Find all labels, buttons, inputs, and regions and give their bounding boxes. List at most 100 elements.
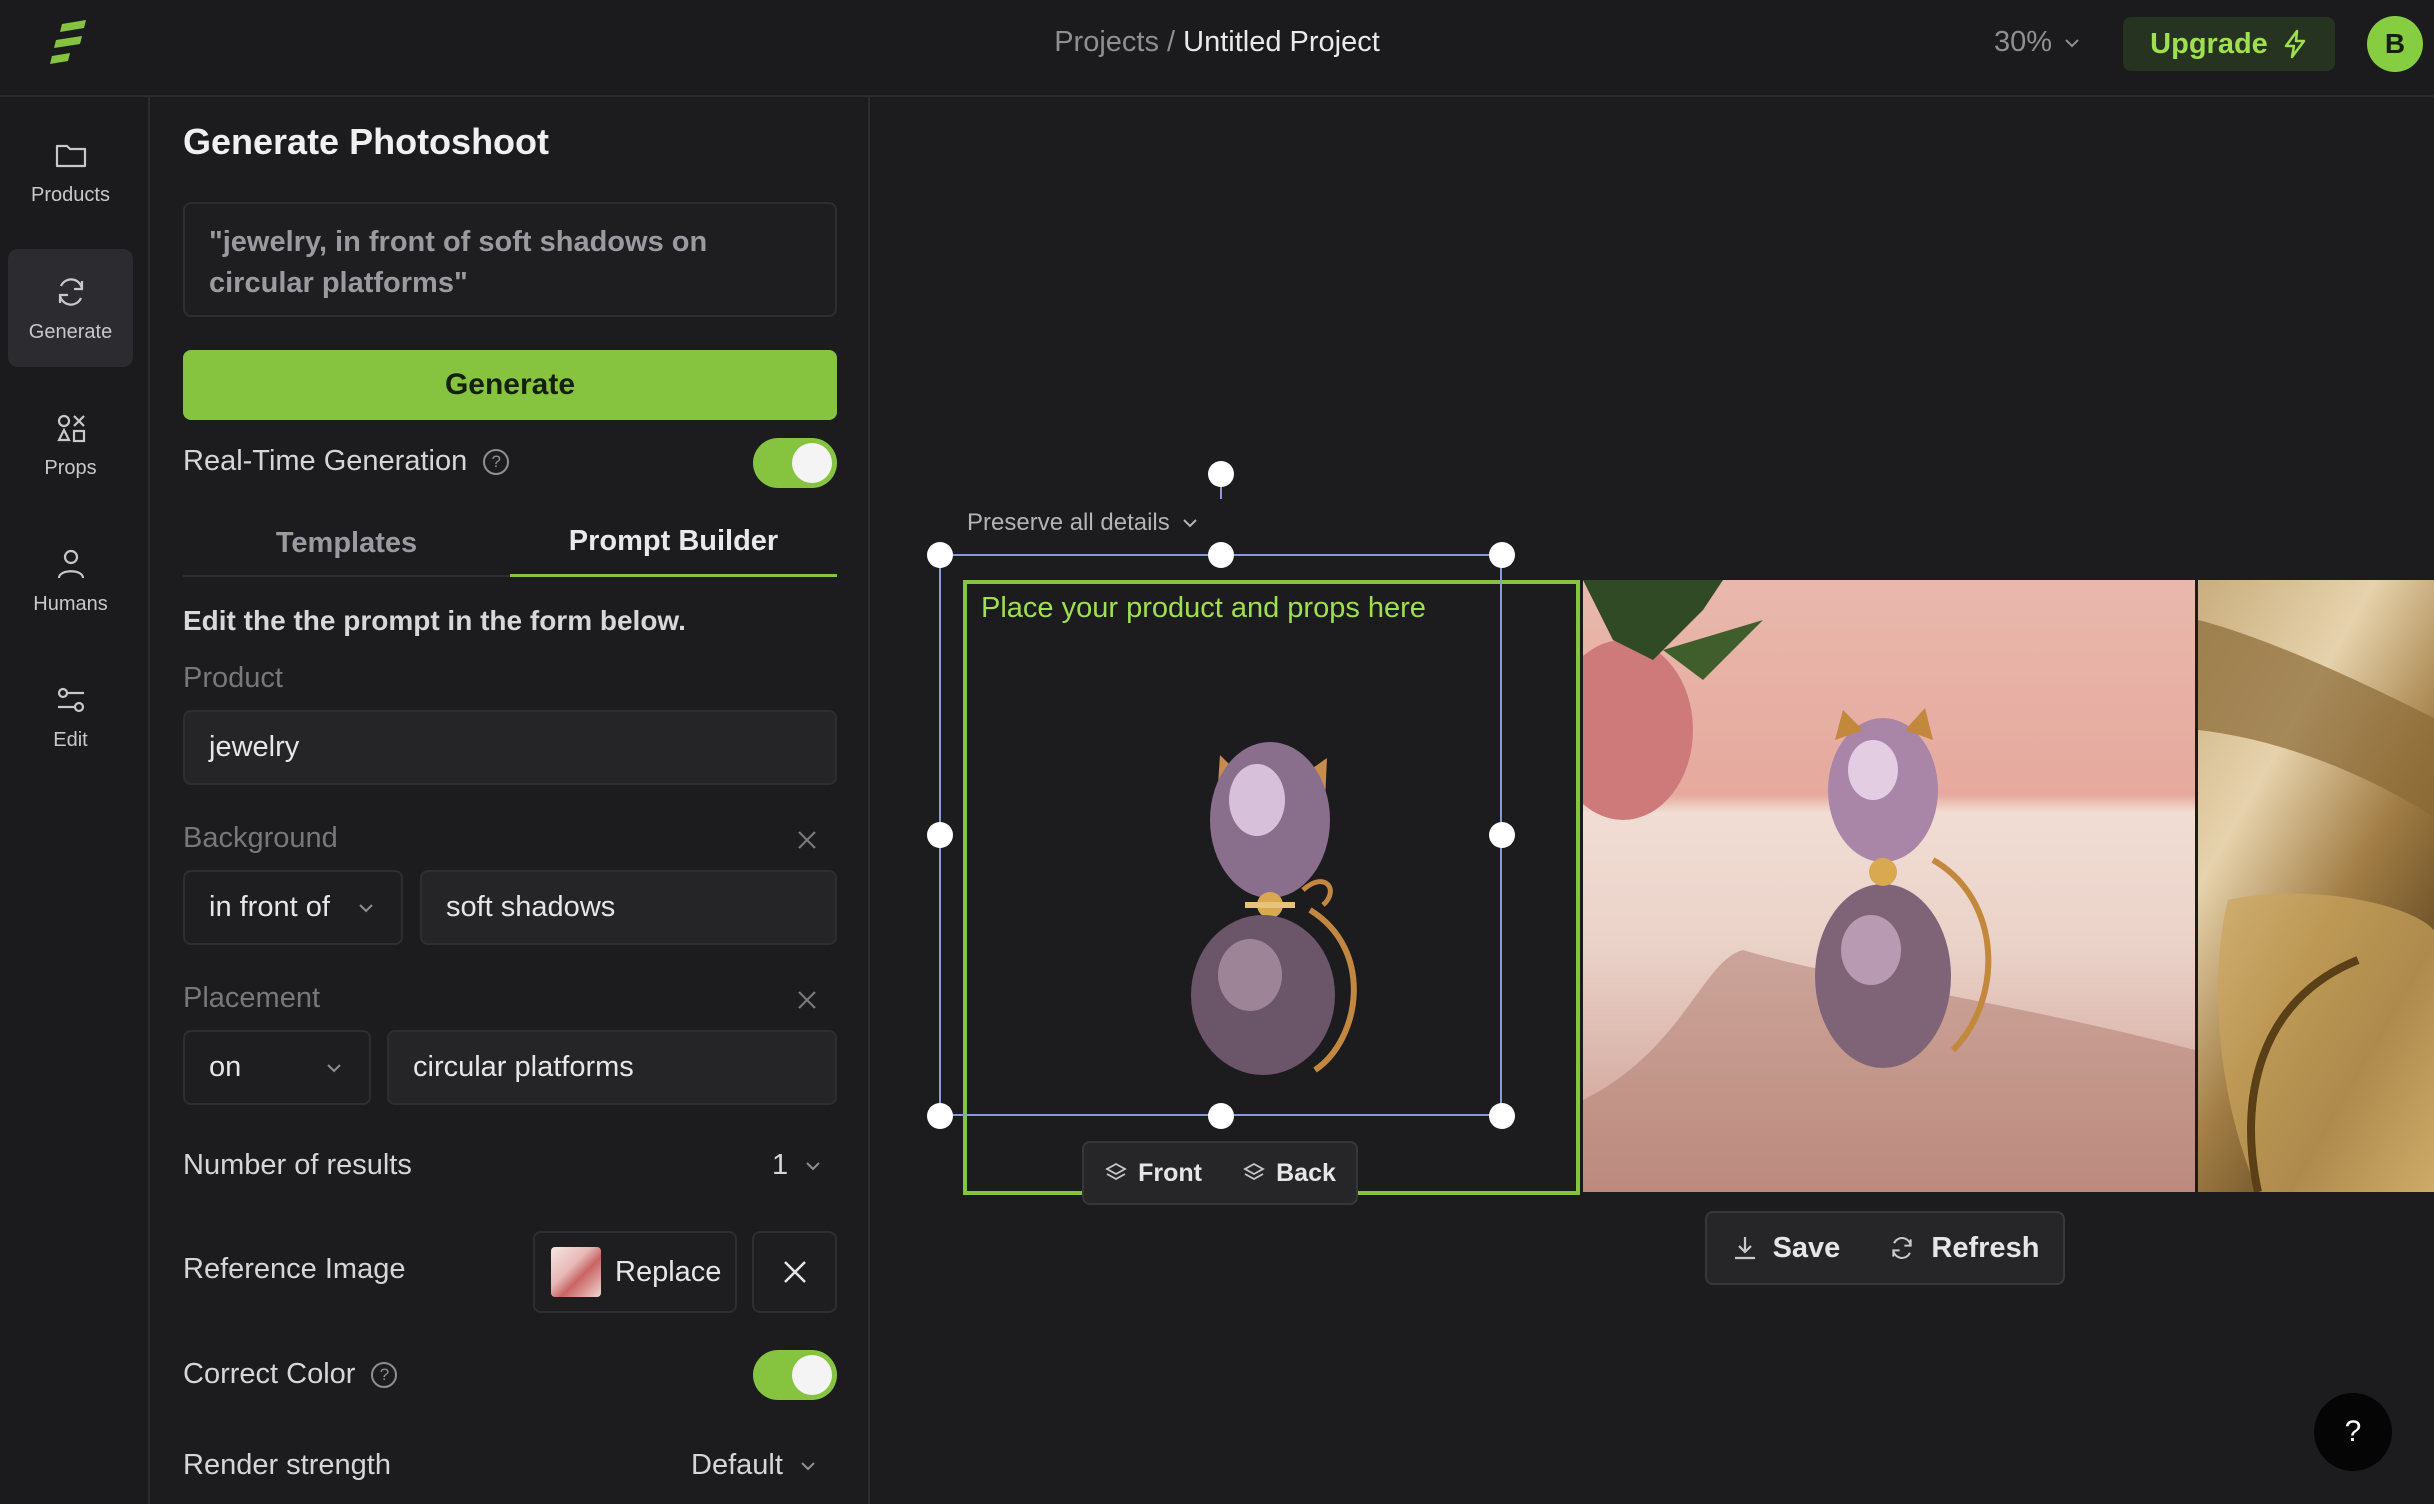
generated-photo-render: [2198, 620, 2434, 1192]
generated-image[interactable]: [1583, 580, 2195, 1192]
rotate-handle[interactable]: [1208, 461, 1234, 487]
close-icon: [783, 1261, 806, 1283]
folder-icon: [55, 144, 86, 167]
upgrade-button[interactable]: Upgrade: [2123, 17, 2335, 71]
refresh-label: Refresh: [1931, 1231, 2040, 1264]
sliders-icon: [57, 687, 84, 712]
back-button[interactable]: Back: [1242, 1159, 1336, 1188]
front-button[interactable]: Front: [1104, 1159, 1202, 1188]
rail-item-label: Generate: [28, 320, 113, 343]
close-icon[interactable]: [792, 985, 822, 1015]
rail-item-label: Products: [31, 183, 110, 206]
reference-label: Reference Image: [183, 1253, 406, 1285]
tab-templates[interactable]: Templates: [183, 509, 510, 577]
generated-photo-render: [1583, 580, 2195, 1192]
product-input[interactable]: jewelry: [183, 710, 837, 785]
shapes-icon: [56, 414, 85, 442]
resize-handle[interactable]: [1208, 1103, 1234, 1129]
placement-relation-value: on: [209, 1051, 242, 1083]
download-icon: [1734, 1237, 1755, 1260]
background-relation-value: in front of: [209, 891, 330, 923]
results-label: Number of results: [183, 1149, 412, 1182]
chevron-down-icon: [327, 1063, 341, 1072]
help-button[interactable]: ?: [2314, 1393, 2392, 1471]
left-rail: Products Generate Props Humans Edit: [0, 97, 150, 1504]
breadcrumb-current[interactable]: Untitled Project: [1183, 26, 1380, 58]
rail-item-products[interactable]: Products: [8, 112, 133, 230]
breadcrumb-projects[interactable]: Projects: [1054, 26, 1159, 58]
rail-item-edit[interactable]: Edit: [8, 657, 133, 775]
render-strength-label: Render strength: [183, 1449, 391, 1481]
help-icon[interactable]: ?: [483, 448, 510, 475]
reference-row: Reference Image: [183, 1253, 405, 1286]
help-icon[interactable]: ?: [371, 1361, 398, 1388]
upgrade-label: Upgrade: [2150, 27, 2268, 60]
prompt-preview[interactable]: "jewelry, in front of soft shadows on ci…: [183, 202, 837, 317]
resize-handle[interactable]: [927, 1103, 953, 1129]
resize-handle[interactable]: [1489, 822, 1515, 848]
rail-item-props[interactable]: Props: [8, 385, 133, 503]
remove-reference-button[interactable]: [752, 1231, 837, 1313]
rail-item-label: Props: [44, 456, 97, 479]
front-label: Front: [1138, 1158, 1202, 1187]
preserve-details-dropdown[interactable]: Preserve all details: [967, 509, 1200, 537]
tab-prompt-builder[interactable]: Prompt Builder: [510, 509, 837, 577]
background-relation-select[interactable]: in front of: [183, 870, 403, 945]
resize-handle[interactable]: [927, 542, 953, 568]
background-label: Background: [183, 822, 338, 854]
refresh-icon: [58, 277, 83, 306]
layers-icon: [1105, 1162, 1127, 1181]
placement-input[interactable]: circular platforms: [387, 1030, 837, 1105]
zoom-value: 30%: [1994, 26, 2053, 58]
replace-label: Replace: [615, 1255, 722, 1288]
resize-handle[interactable]: [927, 822, 953, 848]
back-label: Back: [1276, 1158, 1336, 1187]
resize-handle[interactable]: [1489, 542, 1515, 568]
placement-label: Placement: [183, 982, 321, 1014]
user-avatar[interactable]: B: [2367, 16, 2423, 72]
results-dropdown[interactable]: 1: [772, 1149, 824, 1182]
correct-color-label: Correct Color: [183, 1358, 356, 1390]
correct-color-toggle[interactable]: [753, 1350, 837, 1400]
panel-tabs: Templates Prompt Builder: [183, 509, 837, 577]
render-strength-row: Render strength: [183, 1449, 391, 1482]
breadcrumb-separator: /: [1158, 26, 1184, 58]
render-strength-dropdown[interactable]: Default: [691, 1449, 819, 1482]
resize-handle[interactable]: [1208, 542, 1234, 568]
reference-thumbnail: [551, 1247, 601, 1297]
resize-handle[interactable]: [1489, 1103, 1515, 1129]
realtime-toggle[interactable]: [753, 438, 837, 488]
realtime-label: Real-Time Generation: [183, 445, 468, 477]
save-button[interactable]: Save: [1731, 1231, 1841, 1265]
rail-item-humans[interactable]: Humans: [8, 521, 133, 639]
correct-color-row: Correct Color ?: [183, 1358, 398, 1391]
rail-item-label: Humans: [33, 592, 108, 615]
product-label: Product: [183, 662, 283, 694]
close-icon[interactable]: [792, 825, 822, 855]
panel-title: Generate Photoshoot: [183, 121, 550, 162]
save-label: Save: [1772, 1231, 1841, 1264]
placement-relation-select[interactable]: on: [183, 1030, 371, 1105]
rail-item-generate[interactable]: Generate: [8, 249, 133, 367]
chevron-down-icon: [2065, 38, 2079, 47]
chevron-down-icon: [806, 1161, 820, 1170]
generated-image[interactable]: [2198, 580, 2434, 1192]
layers-icon: [1243, 1162, 1265, 1181]
chevron-down-icon: [359, 903, 373, 912]
canvas-area[interactable]: Preserve all details Place your product …: [870, 97, 2434, 1504]
refresh-icon: [1892, 1237, 1913, 1259]
refresh-button[interactable]: Refresh: [1887, 1232, 2039, 1265]
lightning-icon: [2284, 29, 2306, 59]
generate-button[interactable]: Generate: [183, 350, 837, 420]
results-value: 1: [772, 1149, 789, 1181]
background-input[interactable]: soft shadows: [420, 870, 837, 945]
chevron-down-icon: [1183, 519, 1197, 528]
preserve-label: Preserve all details: [967, 509, 1170, 536]
person-icon: [57, 549, 84, 578]
generate-panel: Generate Photoshoot "jewelry, in front o…: [150, 97, 870, 1504]
selection-box[interactable]: [939, 554, 1502, 1116]
zoom-dropdown[interactable]: 30%: [1994, 26, 2082, 59]
result-actions-bar: Save Refresh: [1705, 1211, 2065, 1285]
top-bar: Projects / Untitled Project 30% Upgrade …: [0, 0, 2434, 97]
replace-reference-button[interactable]: Replace: [533, 1231, 737, 1313]
